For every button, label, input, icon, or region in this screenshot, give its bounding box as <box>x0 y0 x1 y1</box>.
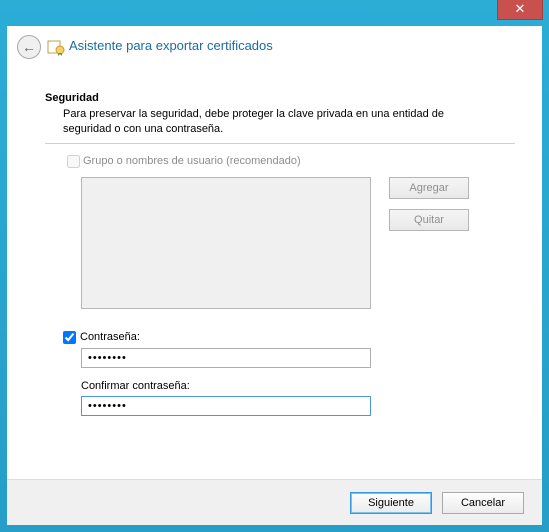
security-description: Para preservar la seguridad, debe proteg… <box>63 107 463 137</box>
close-icon: ✕ <box>515 1 526 16</box>
separator <box>45 143 515 144</box>
password-input[interactable] <box>81 348 371 368</box>
back-button[interactable]: ← <box>17 35 41 59</box>
wizard-content: Seguridad Para preservar la seguridad, d… <box>45 92 515 416</box>
next-button[interactable]: Siguiente <box>350 492 432 514</box>
principals-listbox <box>81 177 371 309</box>
use-password-checkbox[interactable] <box>63 331 76 344</box>
wizard-footer: Siguiente Cancelar <box>7 479 542 525</box>
cancel-button[interactable]: Cancelar <box>442 492 524 514</box>
group-option-row: Grupo o nombres de usuario (recomendado) <box>63 152 515 171</box>
principals-area: Agregar Quitar <box>81 177 515 315</box>
principals-buttons: Agregar Quitar <box>389 177 469 241</box>
wizard-title: Asistente para exportar certificados <box>69 38 273 53</box>
wizard-header: ← Asistente para exportar certificados <box>7 26 542 70</box>
password-option-row: Contraseña: <box>63 331 515 344</box>
certificate-wizard-icon <box>47 38 65 56</box>
password-label: Contraseña: <box>80 331 140 343</box>
client-area: ← Asistente para exportar certificados S… <box>7 26 542 525</box>
password-section: Contraseña: Confirmar contraseña: <box>63 331 515 416</box>
group-names-label: Grupo o nombres de usuario (recomendado) <box>83 155 301 167</box>
window-chrome: ✕ ← Asistente para exportar certificados… <box>0 0 549 532</box>
remove-button: Quitar <box>389 209 469 231</box>
confirm-password-input[interactable] <box>81 396 371 416</box>
group-names-checkbox <box>67 155 80 168</box>
titlebar: ✕ <box>0 0 549 26</box>
close-button[interactable]: ✕ <box>497 0 543 20</box>
security-heading: Seguridad <box>45 92 515 104</box>
arrow-left-icon: ← <box>22 40 36 54</box>
confirm-password-label: Confirmar contraseña: <box>81 380 515 392</box>
add-button: Agregar <box>389 177 469 199</box>
